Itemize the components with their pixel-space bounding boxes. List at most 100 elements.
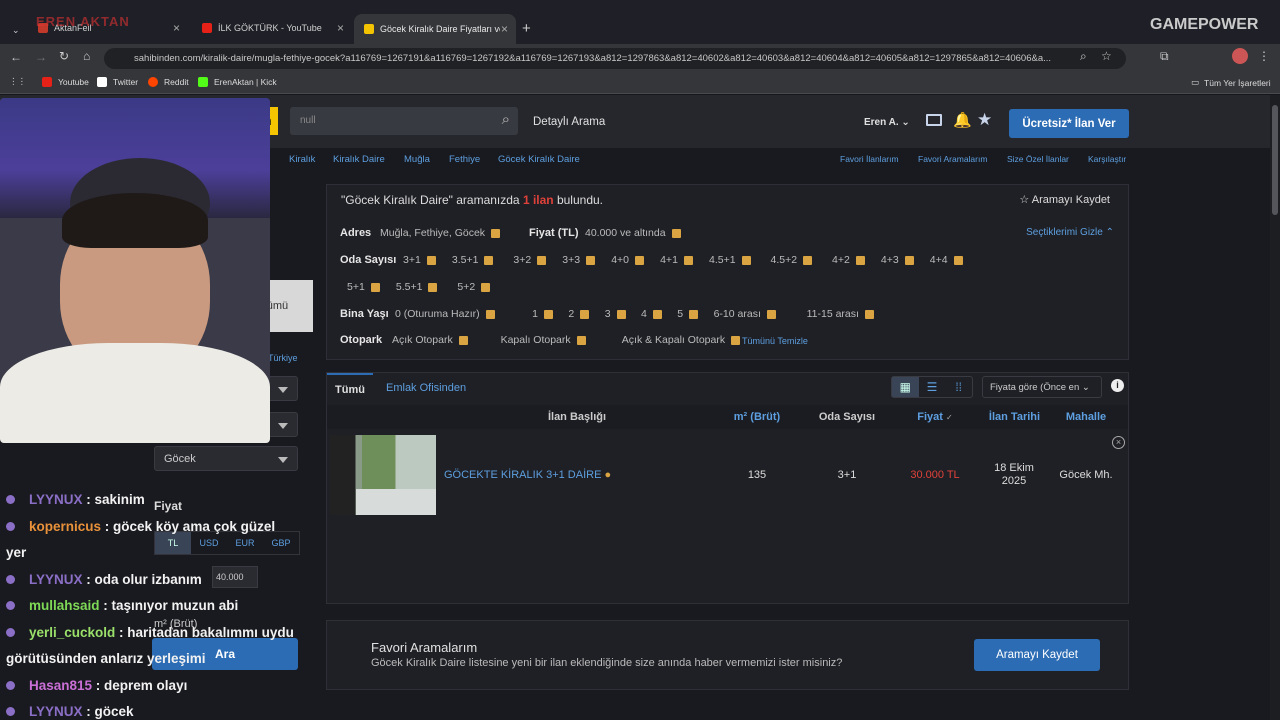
col-neighborhood[interactable]: Mahalle [1051, 411, 1121, 423]
save-search-link[interactable]: ☆ Aramayı Kaydet [1019, 193, 1110, 206]
hide-selections-link[interactable]: Seçtiklerimi Gizle ⌃ [1026, 227, 1114, 238]
filter-chip[interactable]: 2 [568, 308, 590, 320]
col-price[interactable]: Fiyat ✓ [905, 411, 965, 423]
col-rooms[interactable]: Oda Sayısı [807, 411, 887, 423]
remove-icon[interactable] [904, 255, 914, 265]
back-icon[interactable]: ← [10, 50, 22, 64]
col-date[interactable]: İlan Tarihi [982, 411, 1047, 423]
bookmark-youtube[interactable]: Youtube [42, 77, 89, 87]
remove-icon[interactable] [741, 255, 751, 265]
remove-icon[interactable] [616, 309, 626, 319]
close-icon[interactable]: × [173, 21, 180, 35]
remove-icon[interactable] [426, 255, 436, 265]
filter-chip[interactable]: 40.000 ve altında [585, 227, 681, 239]
page-scrollbar[interactable] [1270, 95, 1280, 720]
sidebar-neighborhood-select[interactable]: Göcek [154, 446, 298, 471]
filter-chip[interactable]: 3.5+1 [452, 254, 494, 266]
filter-chip[interactable]: 4.5+1 [709, 254, 751, 266]
breadcrumb-item[interactable]: Fethiye [449, 154, 480, 165]
sort-select[interactable]: Fiyata göre (Önce en ⌄ [982, 376, 1102, 398]
filter-chip[interactable]: Kapalı Otopark [501, 334, 586, 346]
forward-icon[interactable]: → [35, 50, 47, 64]
remove-icon[interactable] [580, 309, 590, 319]
search-icon[interactable]: ⌕ [502, 111, 510, 128]
filter-chip[interactable]: 3+3 [562, 254, 596, 266]
col-m2[interactable]: m² (Brüt) [717, 411, 797, 423]
filter-chip[interactable]: 4 [641, 308, 662, 320]
tab-search-button[interactable]: ⌄ [2, 18, 24, 42]
info-icon[interactable]: i [1111, 379, 1124, 392]
remove-icon[interactable] [689, 309, 699, 319]
menu-icon[interactable]: ⋮ [1258, 49, 1270, 63]
scrollbar-thumb[interactable] [1272, 105, 1278, 215]
tab-2[interactable]: İLK GÖKTÜRK - YouTube × [192, 16, 352, 40]
url-input[interactable]: sahibinden.com/kiralik-daire/mugla-fethi… [104, 48, 1126, 69]
bookmark-star-icon[interactable]: ☆ [1101, 49, 1112, 63]
bell-icon[interactable]: 🔔 [953, 111, 972, 129]
filter-chip[interactable]: 6-10 arası [714, 308, 776, 320]
col-title[interactable]: İlan Başlığı [517, 411, 637, 423]
filter-chip[interactable]: 4+3 [881, 254, 914, 266]
remove-icon[interactable] [803, 255, 813, 265]
detailed-search-link[interactable]: Detaylı Arama [533, 116, 605, 128]
filter-chip[interactable]: 5.5+1 [396, 281, 438, 293]
gallery-view-icon[interactable]: ⁞⁞ [945, 377, 972, 397]
save-search-button[interactable]: Aramayı Kaydet [974, 639, 1100, 671]
filter-chip[interactable]: 5+2 [457, 281, 491, 293]
remove-icon[interactable] [864, 309, 874, 319]
listing-thumbnail[interactable] [330, 435, 436, 515]
remove-icon[interactable] [652, 309, 662, 319]
sidebar-turkiye-link[interactable]: Türkiye [268, 353, 298, 363]
close-icon[interactable]: × [337, 21, 344, 35]
remove-icon[interactable] [576, 335, 586, 345]
close-icon[interactable]: × [501, 22, 508, 36]
filter-chip[interactable]: 4+1 [660, 254, 693, 266]
remove-icon[interactable] [458, 335, 468, 345]
remove-icon[interactable] [953, 255, 963, 265]
reload-icon[interactable]: ↻ [59, 49, 69, 63]
filter-chip[interactable]: 4+2 [832, 254, 865, 266]
filter-chip[interactable]: Açık & Kapalı Otopark [622, 334, 741, 346]
filter-chip[interactable]: 3 [605, 308, 626, 320]
remove-icon[interactable] [537, 255, 547, 265]
filter-chip[interactable]: Açık Otopark [392, 334, 468, 346]
listing-title-link[interactable]: GÖCEKTE KİRALIK 3+1 DAİRE ● [444, 469, 611, 481]
remove-icon[interactable] [731, 335, 741, 345]
breadcrumb-item[interactable]: Kiralık Daire [333, 154, 385, 165]
filter-chip[interactable]: 5 [677, 308, 699, 320]
remove-icon[interactable] [543, 309, 553, 319]
bookmark-kick[interactable]: ErenAktan | Kick [198, 77, 277, 87]
apps-grid-icon[interactable]: ⋮⋮ [9, 76, 26, 87]
profile-avatar[interactable] [1232, 48, 1248, 64]
remove-icon[interactable] [635, 255, 644, 265]
compare-link[interactable]: Karşılaştır [1088, 154, 1126, 164]
remove-icon[interactable] [428, 282, 438, 292]
filter-chip[interactable]: 3+2 [513, 254, 547, 266]
remove-icon[interactable] [586, 255, 596, 265]
filter-chip[interactable]: 5+1 [347, 281, 380, 293]
filter-chip[interactable]: 1 [532, 308, 553, 320]
tab-agency[interactable]: Emlak Ofisinden [386, 382, 466, 394]
table-row[interactable]: GÖCEKTE KİRALIK 3+1 DAİRE ● 135 3+1 30.0… [327, 431, 1128, 517]
filter-chip[interactable]: 4.5+2 [771, 254, 813, 266]
remove-icon[interactable] [485, 309, 495, 319]
user-menu[interactable]: Eren A. ⌄ [864, 117, 910, 128]
filter-chip[interactable]: 3+1 [403, 254, 436, 266]
all-bookmarks[interactable]: ▭ Tüm Yer İşaretleri [1191, 77, 1271, 88]
search-input[interactable]: null ⌕ [290, 107, 518, 135]
remove-icon[interactable] [484, 255, 494, 265]
remove-icon[interactable] [855, 255, 865, 265]
remove-listing-icon[interactable]: × [1112, 436, 1125, 449]
zoom-icon[interactable]: ⌕ [1080, 49, 1087, 64]
remove-icon[interactable] [481, 282, 491, 292]
tab-3-active[interactable]: Göcek Kiralık Daire Fiyatları ve İ × [354, 14, 516, 44]
remove-icon[interactable] [370, 282, 380, 292]
breadcrumb-item[interactable]: Muğla [404, 154, 430, 165]
filter-chip[interactable]: 0 (Oturuma Hazır) [395, 308, 495, 320]
mail-icon[interactable] [926, 114, 942, 126]
extensions-icon[interactable]: ⧉ [1160, 49, 1169, 64]
list-view-icon[interactable]: ☰ [919, 377, 946, 397]
bookmark-reddit[interactable]: Reddit [148, 77, 189, 87]
clear-all-link[interactable]: Tümünü Temizle [742, 336, 808, 346]
remove-icon[interactable] [683, 255, 693, 265]
